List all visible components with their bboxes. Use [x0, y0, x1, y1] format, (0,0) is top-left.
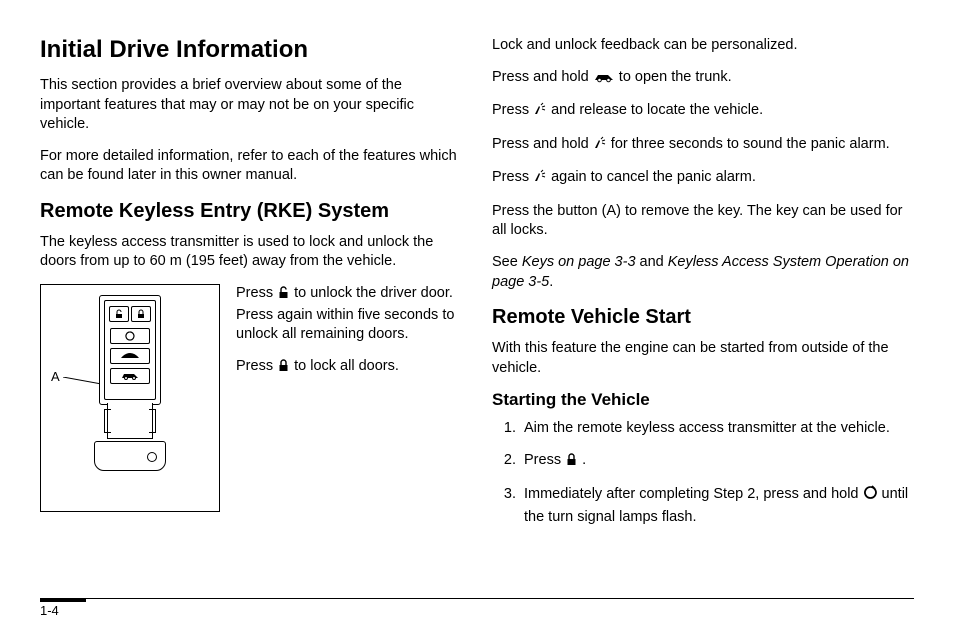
- page-footer: 1-4: [40, 598, 914, 618]
- remote-start-icon: [863, 485, 878, 508]
- left-column: Initial Drive Information This section p…: [40, 36, 462, 539]
- rke-desc: The keyless access transmitter is used t…: [40, 233, 462, 272]
- lock-icon: [277, 359, 290, 379]
- lock-instruction: Press to lock all doors.: [236, 357, 462, 379]
- heading-remote-start: Remote Vehicle Start: [492, 306, 914, 329]
- figure-label-a: A: [51, 369, 60, 384]
- rke-figure-row: A: [40, 284, 462, 512]
- intro-p1: This section provides a brief overview a…: [40, 76, 462, 135]
- right-column: Lock and unlock feedback can be personal…: [492, 36, 914, 539]
- see-reference: See Keys on page 3‑3 and Keyless Access …: [492, 253, 914, 292]
- unlock-instruction: Press to unlock the driver door. Press a…: [236, 284, 462, 345]
- remote-start-desc: With this feature the engine can be star…: [492, 339, 914, 378]
- step-1: Aim the remote keyless access transmitte…: [520, 418, 914, 440]
- key-fob-figure: A: [40, 284, 220, 512]
- horn-icon: [533, 169, 547, 190]
- fob-unlock-icon: [109, 306, 129, 322]
- panic-instruction: Press and hold for three seconds to soun…: [492, 135, 914, 157]
- step-2: Press .: [520, 450, 914, 474]
- intro-p2: For more detailed information, refer to …: [40, 147, 462, 186]
- page-number: 1-4: [40, 603, 59, 618]
- horn-icon: [533, 102, 547, 123]
- trunk-instruction: Press and hold to open the trunk.: [492, 68, 914, 90]
- key-fob-icon: [94, 295, 166, 475]
- fob-lock-icon: [131, 306, 151, 322]
- heading-rke: Remote Keyless Entry (RKE) System: [40, 200, 462, 223]
- key-remove-instruction: Press the button (A) to remove the key. …: [492, 202, 914, 241]
- horn-icon: [593, 136, 607, 157]
- feedback-note: Lock and unlock feedback can be personal…: [492, 36, 914, 56]
- car-trunk-icon: [593, 70, 615, 90]
- starting-steps: Aim the remote keyless access transmitte…: [492, 418, 914, 529]
- lock-icon: [565, 452, 578, 474]
- heading-starting-vehicle: Starting the Vehicle: [492, 390, 914, 410]
- cancel-panic-instruction: Press again to cancel the panic alarm.: [492, 168, 914, 190]
- locate-instruction: Press and release to locate the vehicle.: [492, 101, 914, 123]
- heading-initial-drive: Initial Drive Information: [40, 36, 462, 64]
- step-3: Immediately after completing Step 2, pre…: [520, 484, 914, 530]
- fob-car-icon: [110, 368, 150, 384]
- fob-remote-start-icon: [110, 328, 150, 344]
- fob-trunk-icon: [110, 348, 150, 364]
- ref-keys: Keys on page 3‑3: [522, 254, 636, 270]
- unlock-icon: [277, 286, 290, 306]
